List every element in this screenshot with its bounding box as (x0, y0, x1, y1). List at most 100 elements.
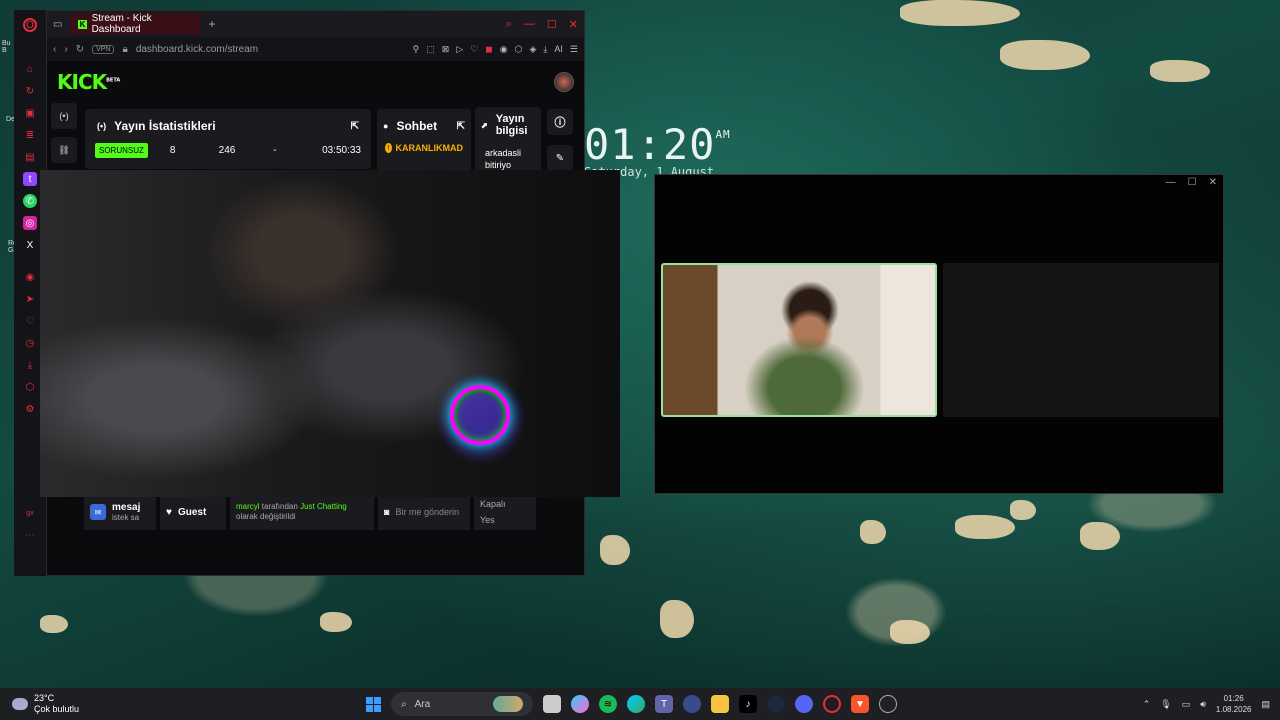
puzzle-icon[interactable]: ⬡ (515, 44, 523, 55)
x-icon[interactable]: X (23, 238, 37, 252)
edge-icon[interactable] (627, 695, 645, 713)
refresh-icon[interactable]: ↻ (23, 84, 37, 98)
desktop-island (890, 620, 930, 644)
desktop-island (1150, 60, 1210, 82)
broadcast-icon[interactable]: (•) (51, 103, 77, 129)
circle-app-icon[interactable] (683, 695, 701, 713)
menu-icon[interactable]: ☰ (570, 44, 578, 55)
brave-icon[interactable]: ▼ (851, 695, 869, 713)
twitch-icon[interactable]: t (23, 172, 37, 186)
edit-icon[interactable]: ✎ (547, 145, 573, 171)
dashboard-right-buttons: ⓘ ✎ (547, 109, 577, 171)
download-icon[interactable]: ⤓ (23, 358, 37, 372)
desktop-island (900, 0, 1020, 26)
inbox-icon: ✉ (90, 504, 106, 520)
vpn-badge[interactable]: VPN (92, 44, 115, 54)
tiktok-icon[interactable]: ♪ (739, 695, 757, 713)
teams-icon[interactable]: T (655, 695, 673, 713)
spotify-icon[interactable]: ≋ (599, 695, 617, 713)
history-icon[interactable]: ◷ (23, 336, 37, 350)
news-icon[interactable]: ≣ (23, 128, 37, 142)
search-icon: ⌕ (401, 698, 407, 710)
camera-maximize-button[interactable]: ☐ (1188, 177, 1197, 188)
stream-info-title: Yayın bilgisi (495, 113, 528, 137)
settings-icon[interactable]: ⚙ (23, 402, 37, 416)
message-requests-card[interactable]: ✉ mesaj istek sa (84, 494, 156, 530)
microphone-icon[interactable]: 🎙︎ (1160, 699, 1171, 710)
shopping-icon[interactable]: ▣ (23, 106, 37, 120)
tab-kick-dashboard[interactable]: K Stream - Kick Dashboard (70, 13, 201, 35)
close-button[interactable]: ✕ (569, 18, 578, 31)
popout-icon[interactable]: ⇱ (351, 121, 359, 132)
guest-card[interactable]: ♥ Guest (160, 494, 226, 530)
discord-icon[interactable]: ◉ (500, 44, 508, 55)
file-explorer-icon[interactable] (711, 695, 729, 713)
search-tabs-icon[interactable]: ⌕ (506, 18, 512, 31)
aria-icon[interactable]: ◉ (23, 270, 37, 284)
notification-icon[interactable]: ▤ (1261, 699, 1270, 710)
copilot-icon[interactable] (571, 695, 589, 713)
activity-card: marcyl tarafından Just Chatting olarak d… (230, 494, 374, 530)
stream-info-header: ⬈ Yayın bilgisi (475, 107, 541, 143)
user-avatar[interactable] (554, 72, 574, 92)
opera-gx-icon[interactable] (823, 695, 841, 713)
desktop-clock-ampm: AM (715, 128, 731, 141)
ai-button[interactable]: AI (554, 44, 563, 55)
search-placeholder: Ara (414, 698, 431, 710)
send-message-card[interactable]: ◙ Bir me gönderin (378, 494, 470, 530)
whatsapp-icon[interactable]: ✆ (23, 194, 37, 208)
player-icon[interactable]: ▷ (456, 44, 463, 55)
workspace-icon[interactable]: ▭ (53, 19, 62, 30)
volume-icon[interactable]: 🔊︎ (1200, 699, 1206, 710)
gx-icon[interactable]: gx (23, 506, 37, 520)
bookmark-icon[interactable]: ⚲ (413, 44, 420, 55)
closed-toggle-card[interactable]: Kapalı Yes (474, 494, 536, 530)
opera-logo-icon[interactable]: O (23, 18, 37, 32)
url-text[interactable]: dashboard.kick.com/stream (136, 44, 258, 55)
more-icon[interactable]: ⋯ (23, 528, 37, 542)
task-view-icon[interactable] (543, 695, 561, 713)
downloads-icon[interactable]: ⤓ (543, 44, 547, 55)
forward-icon[interactable]: › (64, 44, 67, 55)
heart-icon[interactable]: ♡ (23, 314, 37, 328)
tray-chevron-icon[interactable]: ⌃ (1143, 699, 1151, 710)
participant-video-active[interactable] (661, 263, 937, 417)
participant-video-dark[interactable] (943, 263, 1219, 417)
extension-red-icon[interactable]: ◼ (485, 44, 492, 55)
drop-icon[interactable]: ◈ (530, 44, 537, 55)
chatgpt-icon[interactable] (879, 695, 897, 713)
steam-icon[interactable] (767, 695, 785, 713)
chat-popout-icon[interactable]: ⇱ (457, 121, 465, 132)
windows-start-icon[interactable] (366, 696, 381, 712)
back-icon[interactable]: ‹ (53, 44, 56, 55)
snapshot-icon[interactable]: ⬚ (426, 44, 435, 55)
home-icon[interactable]: ⌂ (23, 62, 37, 76)
weather-temp: 23°C (34, 693, 55, 703)
adblock-icon[interactable]: ⊠ (442, 44, 450, 55)
taskbar-clock[interactable]: 01:26 1.08.2026 (1216, 693, 1252, 715)
desktop-island (955, 515, 1015, 539)
favorite-icon[interactable]: ♡ (470, 44, 478, 55)
info-icon[interactable]: ⓘ (547, 109, 573, 135)
camera-close-button[interactable]: ✕ (1209, 177, 1217, 188)
chat-username: KARANLIKMAD (395, 143, 464, 153)
link-icon[interactable]: ⛓ (51, 137, 77, 163)
closed-label: Kapalı (480, 499, 506, 509)
maximize-button[interactable]: ☐ (547, 18, 557, 31)
chat-bubble-icon: ● (383, 121, 389, 131)
instagram-icon[interactable]: ◎ (23, 216, 37, 230)
discord-taskbar-icon[interactable] (795, 695, 813, 713)
taskbar-search[interactable]: ⌕ Ara (391, 692, 533, 716)
broadcast-small-icon: (•) (97, 121, 107, 131)
new-tab-button[interactable]: + (208, 17, 215, 31)
send-icon[interactable]: ➤ (23, 292, 37, 306)
network-icon[interactable]: ▭ (1182, 699, 1191, 710)
extensions-icon[interactable]: ⬡ (23, 380, 37, 394)
kick-logo[interactable]: KICKBETA (57, 70, 120, 94)
camera-minimize-button[interactable]: — (1166, 177, 1176, 188)
wallet-icon[interactable]: ▤ (23, 150, 37, 164)
minimize-button[interactable]: — (524, 18, 535, 31)
stream-preview-video[interactable] (40, 170, 620, 497)
weather-widget[interactable]: 23°C Çok bulutlu (0, 693, 340, 715)
reload-icon[interactable]: ↻ (76, 44, 84, 55)
